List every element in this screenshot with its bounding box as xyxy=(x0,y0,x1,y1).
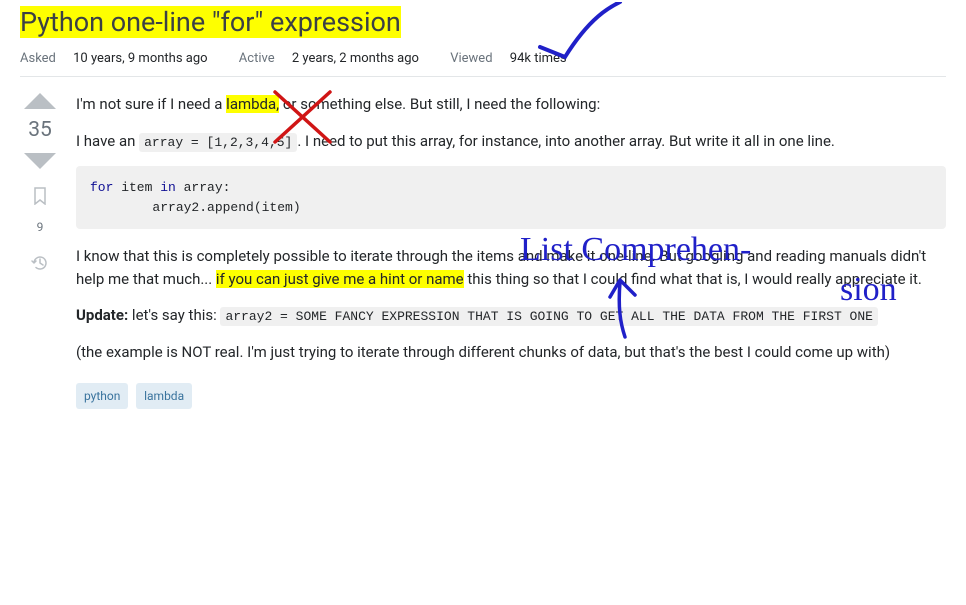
question-meta: Asked 10 years, 9 months ago Active 2 ye… xyxy=(20,49,946,78)
bookmark-count: 9 xyxy=(37,218,44,236)
body-paragraph: I have an array = [1,2,3,4,5]. I need to… xyxy=(76,130,946,153)
code-block: for item in array: array2.append(item) xyxy=(76,166,946,229)
vote-column: 35 9 xyxy=(20,93,60,409)
upvote-button[interactable] xyxy=(24,93,56,109)
vote-score: 35 xyxy=(28,115,52,147)
body-paragraph: (the example is NOT real. I'm just tryin… xyxy=(76,341,946,364)
bookmark-icon[interactable] xyxy=(32,187,48,212)
downvote-button[interactable] xyxy=(24,153,56,169)
question-body: I'm not sure if I need a lambda, or some… xyxy=(76,93,946,409)
tag-list: python lambda xyxy=(76,383,946,409)
history-icon[interactable] xyxy=(31,254,49,279)
inline-code: array = [1,2,3,4,5] xyxy=(139,133,297,152)
inline-code: array2 = SOME FANCY EXPRESSION THAT IS G… xyxy=(220,307,878,326)
body-paragraph: I'm not sure if I need a lambda, or some… xyxy=(76,93,946,116)
tag-python[interactable]: python xyxy=(76,383,128,409)
page-title: Python one-line "for" expression xyxy=(20,2,946,43)
body-paragraph: Update: let's say this: array2 = SOME FA… xyxy=(76,304,946,327)
body-paragraph: I know that this is completely possible … xyxy=(76,245,946,290)
tag-lambda[interactable]: lambda xyxy=(136,383,192,409)
